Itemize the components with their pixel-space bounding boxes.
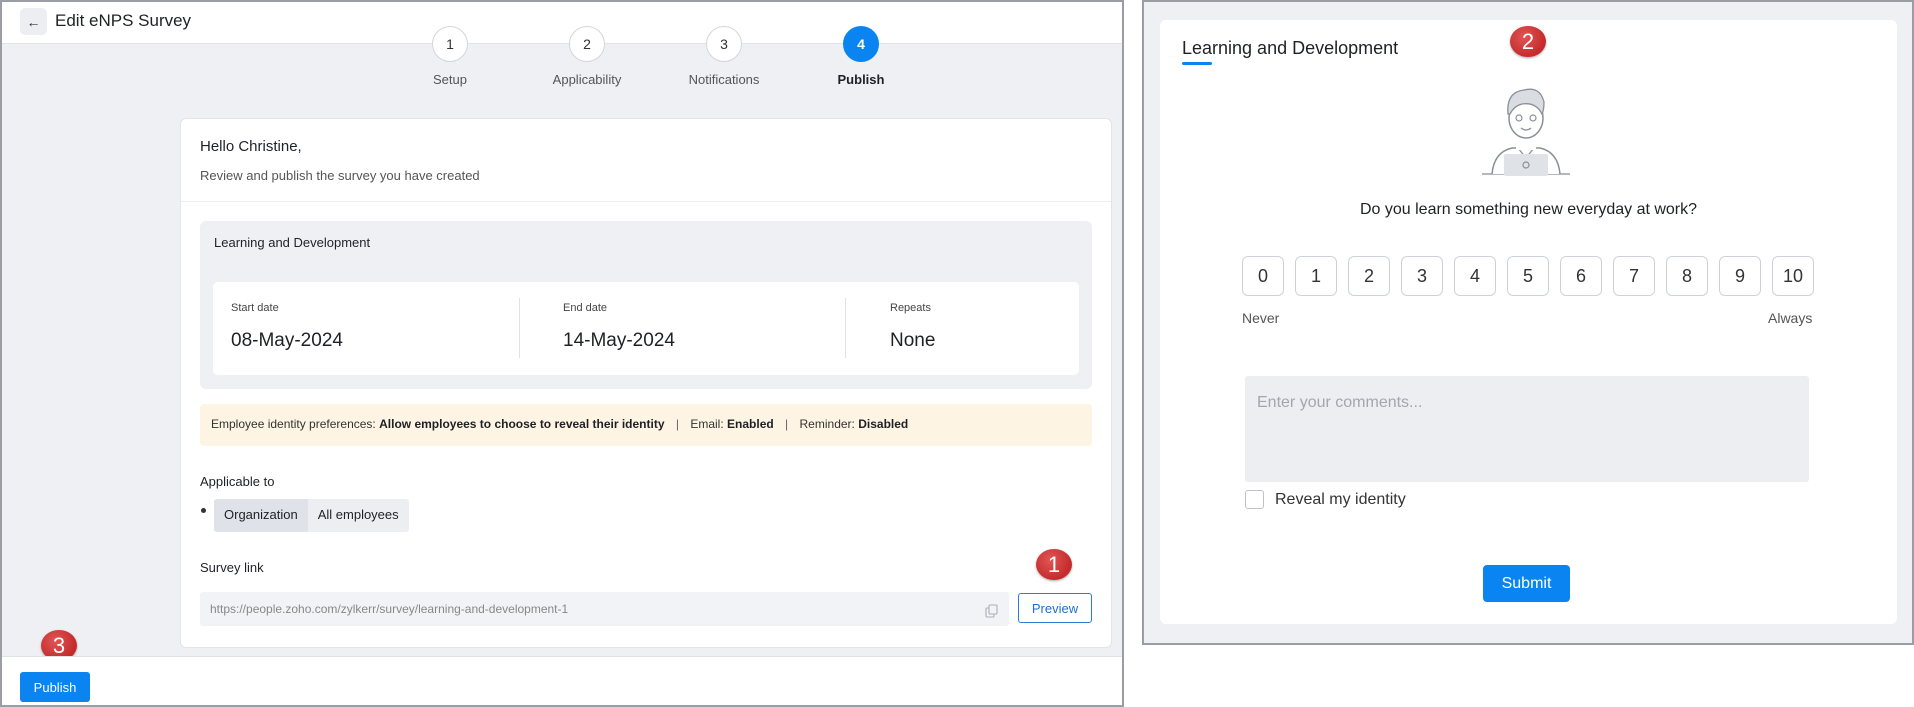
- divider: [845, 298, 846, 358]
- step-number: 3: [706, 26, 742, 62]
- start-date-label: Start date: [231, 302, 279, 314]
- identity-preferences-banner: Employee identity preferences: Allow emp…: [200, 404, 1092, 446]
- title-underline: [1182, 62, 1212, 65]
- bullet: [201, 508, 206, 513]
- step-publish[interactable]: 4 Publish: [791, 26, 931, 87]
- identity-prefix: Employee identity preferences:: [211, 417, 376, 431]
- reminder-label: Reminder:: [799, 417, 855, 431]
- greeting-subtitle: Review and publish the survey you have c…: [200, 168, 480, 183]
- reveal-identity-label: Reveal my identity: [1275, 490, 1406, 508]
- chip-all-employees: All employees: [317, 507, 399, 522]
- email-label: Email:: [690, 417, 724, 431]
- rating-option-4[interactable]: 4: [1454, 256, 1496, 296]
- survey-link-title: Survey link: [200, 560, 264, 575]
- step-label: Applicability: [552, 72, 622, 87]
- scale-min-label: Never: [1242, 310, 1280, 326]
- repeats-value: None: [890, 330, 936, 351]
- rating-option-1[interactable]: 1: [1295, 256, 1337, 296]
- review-card: Hello Christine, Review and publish the …: [180, 118, 1112, 648]
- rating-option-9[interactable]: 9: [1719, 256, 1761, 296]
- rating-option-8[interactable]: 8: [1666, 256, 1708, 296]
- rating-option-10[interactable]: 10: [1772, 256, 1814, 296]
- greeting: Hello Christine,: [200, 138, 302, 155]
- footer-bar: Publish: [2, 656, 1122, 705]
- step-applicability[interactable]: 2 Applicability: [517, 26, 657, 87]
- form-title: Learning and Development: [1182, 38, 1399, 58]
- divider: [181, 201, 1111, 202]
- rating-option-2[interactable]: 2: [1348, 256, 1390, 296]
- submit-button[interactable]: Submit: [1483, 565, 1570, 602]
- survey-form-card: Learning and Development Do you learn so…: [1160, 20, 1897, 624]
- chip-organization: Organization: [214, 499, 308, 532]
- schedule-card: Start date 08-May-2024 End date 14-May-2…: [213, 282, 1079, 375]
- applicable-to-title: Applicable to: [200, 474, 275, 489]
- survey-summary: Learning and Development Start date 08-M…: [200, 221, 1092, 389]
- rating-option-0[interactable]: 0: [1242, 256, 1284, 296]
- survey-link-field[interactable]: https://people.zoho.com/zylkerr/survey/l…: [200, 592, 1009, 626]
- identity-preference: Allow employees to choose to reveal thei…: [379, 417, 665, 431]
- reminder-value: Disabled: [858, 417, 909, 431]
- step-number: 2: [569, 26, 605, 62]
- rating-option-5[interactable]: 5: [1507, 256, 1549, 296]
- publish-button[interactable]: Publish: [20, 672, 90, 702]
- reveal-identity-checkbox[interactable]: Reveal my identity: [1245, 490, 1406, 509]
- applicability-chips: Organization All employees: [214, 499, 409, 532]
- repeats-label: Repeats: [890, 302, 931, 314]
- end-date-value: 14-May-2024: [563, 330, 675, 351]
- survey-preview-panel: Learning and Development Do you learn so…: [1142, 0, 1914, 645]
- comments-field[interactable]: [1245, 376, 1809, 482]
- end-date-label: End date: [563, 302, 608, 314]
- rating-scale: 0 1 2 3 4 5 6 7 8 9 10: [1242, 256, 1814, 296]
- stepper: 1 Setup 2 Applicability 3 Notifications …: [2, 2, 1122, 102]
- email-value: Enabled: [727, 417, 774, 431]
- rating-option-3[interactable]: 3: [1401, 256, 1443, 296]
- person-with-laptop-icon: [1482, 88, 1570, 176]
- divider: [519, 298, 520, 358]
- callout-marker-1: 1: [1036, 549, 1072, 580]
- step-number: 4: [843, 26, 879, 62]
- step-number: 1: [432, 26, 468, 62]
- checkbox[interactable]: [1245, 490, 1264, 509]
- copy-icon[interactable]: [985, 604, 999, 618]
- scale-max-label: Always: [1768, 310, 1813, 326]
- step-notifications[interactable]: 3 Notifications: [654, 26, 794, 87]
- survey-question: Do you learn something new everyday at w…: [1359, 201, 1698, 218]
- survey-name: Learning and Development: [214, 235, 371, 250]
- start-date-value: 08-May-2024: [231, 330, 343, 351]
- preview-button[interactable]: Preview: [1018, 593, 1092, 623]
- callout-marker-2: 2: [1510, 26, 1546, 57]
- separator: |: [785, 417, 789, 431]
- separator: |: [675, 417, 679, 431]
- step-label: Publish: [837, 72, 885, 87]
- rating-option-6[interactable]: 6: [1560, 256, 1602, 296]
- edit-survey-panel: ← Edit eNPS Survey 1 Setup 2 Applicabili…: [0, 0, 1124, 707]
- step-setup[interactable]: 1 Setup: [380, 26, 520, 87]
- step-label: Notifications: [688, 72, 760, 87]
- step-label: Setup: [433, 72, 467, 87]
- rating-option-7[interactable]: 7: [1613, 256, 1655, 296]
